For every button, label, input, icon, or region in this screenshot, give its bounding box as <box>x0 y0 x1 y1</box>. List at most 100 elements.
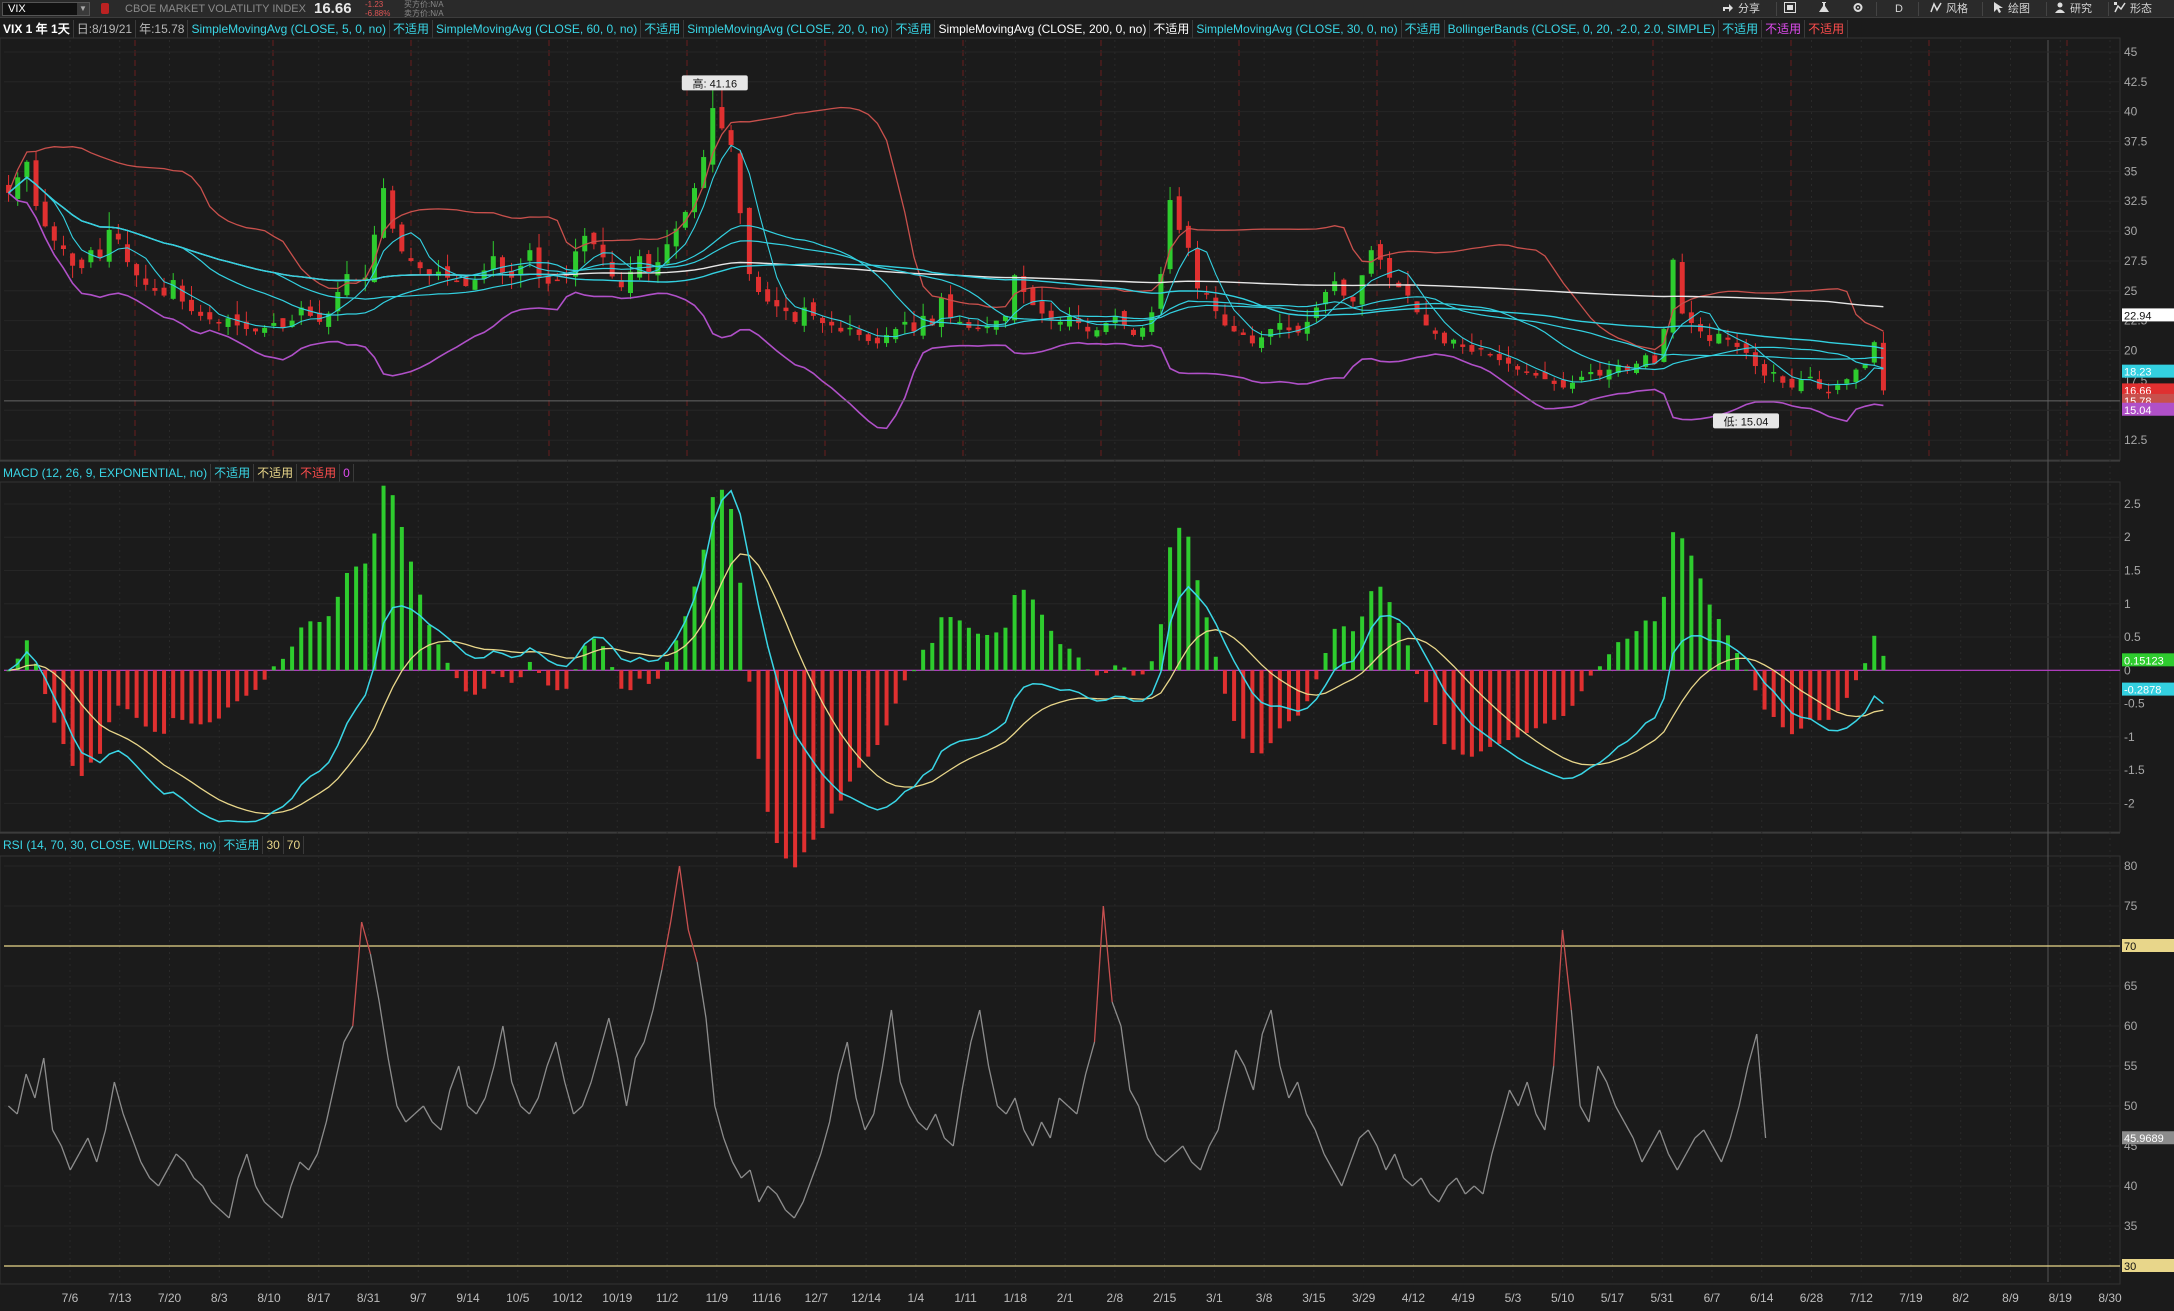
candle-body <box>728 130 734 146</box>
candle-body <box>1341 279 1347 296</box>
macd-histogram-bar <box>125 670 130 710</box>
candle-body <box>1441 332 1447 344</box>
macd-histogram-bar <box>1524 670 1529 733</box>
macd-histogram-bar <box>1433 670 1438 726</box>
candle-body <box>51 226 57 241</box>
x-axis-tick: 11/16 <box>752 1291 781 1305</box>
x-axis-tick: 6/28 <box>1800 1291 1824 1305</box>
macd-histogram-bar <box>509 670 514 683</box>
macd-histogram-bar <box>939 617 944 671</box>
candle-body <box>1826 391 1832 394</box>
macd-histogram-bar <box>948 617 953 671</box>
candle-body <box>1569 382 1575 389</box>
candle-body <box>1423 314 1429 326</box>
candle-body <box>1798 379 1804 392</box>
macd-histogram-bar <box>189 670 194 724</box>
macd-histogram-bar <box>235 670 240 702</box>
macd-histogram-bar <box>1286 670 1291 722</box>
candle-body <box>253 328 259 332</box>
macd-histogram-bar <box>875 670 880 746</box>
macd-axis-tick: -1 <box>2124 730 2135 744</box>
candle-body <box>637 256 643 278</box>
macd-histogram-bar <box>1058 644 1063 671</box>
price-axis-tick: 30 <box>2124 224 2138 238</box>
macd-axis-tick: 1 <box>2124 597 2131 611</box>
macd-histogram-bar <box>1597 666 1602 671</box>
x-axis-tick: 7/6 <box>62 1291 79 1305</box>
macd-histogram-bar <box>738 582 743 671</box>
candle-body <box>1515 366 1521 370</box>
macd-histogram-bar <box>1533 670 1538 729</box>
rsi-tag: 30 <box>2124 1261 2136 1273</box>
macd-histogram-bar <box>1314 670 1319 680</box>
candle-body <box>838 327 844 332</box>
candle-body <box>957 321 963 324</box>
macd-histogram-bar <box>271 666 276 671</box>
price-axis-tick: 42.5 <box>2124 75 2148 89</box>
candle-body <box>152 288 158 291</box>
candle-body <box>1240 332 1246 335</box>
macd-histogram-bar <box>162 670 167 734</box>
candle-body <box>829 321 835 326</box>
candle-body <box>527 250 533 261</box>
price-tag: 22.94 <box>2124 310 2152 322</box>
macd-histogram-bar <box>994 632 999 671</box>
candle-body <box>554 279 560 282</box>
candle-body <box>1277 323 1283 330</box>
candle-body <box>490 256 496 270</box>
candle-body <box>1405 284 1411 296</box>
macd-axis-tick: -1.5 <box>2124 763 2145 777</box>
candle-body <box>1734 342 1740 347</box>
macd-histogram-bar <box>1040 614 1045 671</box>
macd-histogram-bar <box>1094 670 1099 676</box>
candle-body <box>454 280 460 283</box>
macd-histogram-bar <box>1579 670 1584 692</box>
candle-body <box>417 262 423 269</box>
low-annotation: 低: 15.04 <box>1724 415 1769 428</box>
macd-histogram-bar <box>1817 670 1822 721</box>
macd-histogram-bar <box>1863 663 1868 671</box>
candle-body <box>1167 200 1173 270</box>
macd-histogram-bar <box>537 670 542 673</box>
macd-histogram-bar <box>866 670 871 757</box>
macd-histogram-bar <box>1689 555 1694 671</box>
macd-histogram-bar <box>756 670 761 759</box>
chart-canvas[interactable]: 12.51517.52022.52527.53032.53537.54042.5… <box>0 0 2174 1311</box>
macd-histogram-bar <box>1762 670 1767 710</box>
candle-body <box>1835 385 1841 390</box>
macd-histogram-bar <box>1799 670 1804 729</box>
macd-histogram-bar <box>555 670 560 691</box>
macd-histogram-bar <box>290 646 295 671</box>
price-tag: 15.04 <box>2124 405 2152 417</box>
macd-histogram-bar <box>811 670 816 840</box>
candle-body <box>60 245 66 249</box>
macd-histogram-bar <box>207 670 212 723</box>
x-axis-tick: 2/8 <box>1107 1291 1124 1305</box>
x-axis-tick: 9/7 <box>410 1291 427 1305</box>
macd-axis-tick: 2 <box>2124 530 2131 544</box>
candle-body <box>1066 315 1072 327</box>
candle-body <box>1844 379 1850 384</box>
macd-histogram-bar <box>985 634 990 671</box>
macd-histogram-bar <box>1625 638 1630 671</box>
candle-body <box>536 247 542 277</box>
x-axis-tick: 8/17 <box>307 1291 331 1305</box>
x-axis-tick: 1/4 <box>908 1291 925 1305</box>
macd-histogram-bar <box>564 670 569 689</box>
macd-histogram-bar <box>1506 670 1511 741</box>
macd-histogram-bar <box>363 563 368 671</box>
macd-histogram-bar <box>1168 547 1173 671</box>
rsi-axis-tick: 60 <box>2124 1019 2138 1033</box>
candle-body <box>664 244 670 264</box>
x-axis-tick: 3/8 <box>1256 1291 1273 1305</box>
candle-body <box>1085 326 1091 332</box>
macd-axis-tick: -2 <box>2124 796 2135 810</box>
macd-tag: 0.15123 <box>2124 655 2164 667</box>
macd-histogram-bar <box>1323 653 1328 671</box>
macd-histogram-bar <box>1030 599 1035 671</box>
x-axis-tick: 2/15 <box>1153 1291 1177 1305</box>
macd-tag: -0.2878 <box>2124 685 2161 697</box>
macd-histogram-bar <box>1488 670 1493 747</box>
macd-histogram-bar <box>1735 653 1740 671</box>
candle-body <box>225 318 231 327</box>
